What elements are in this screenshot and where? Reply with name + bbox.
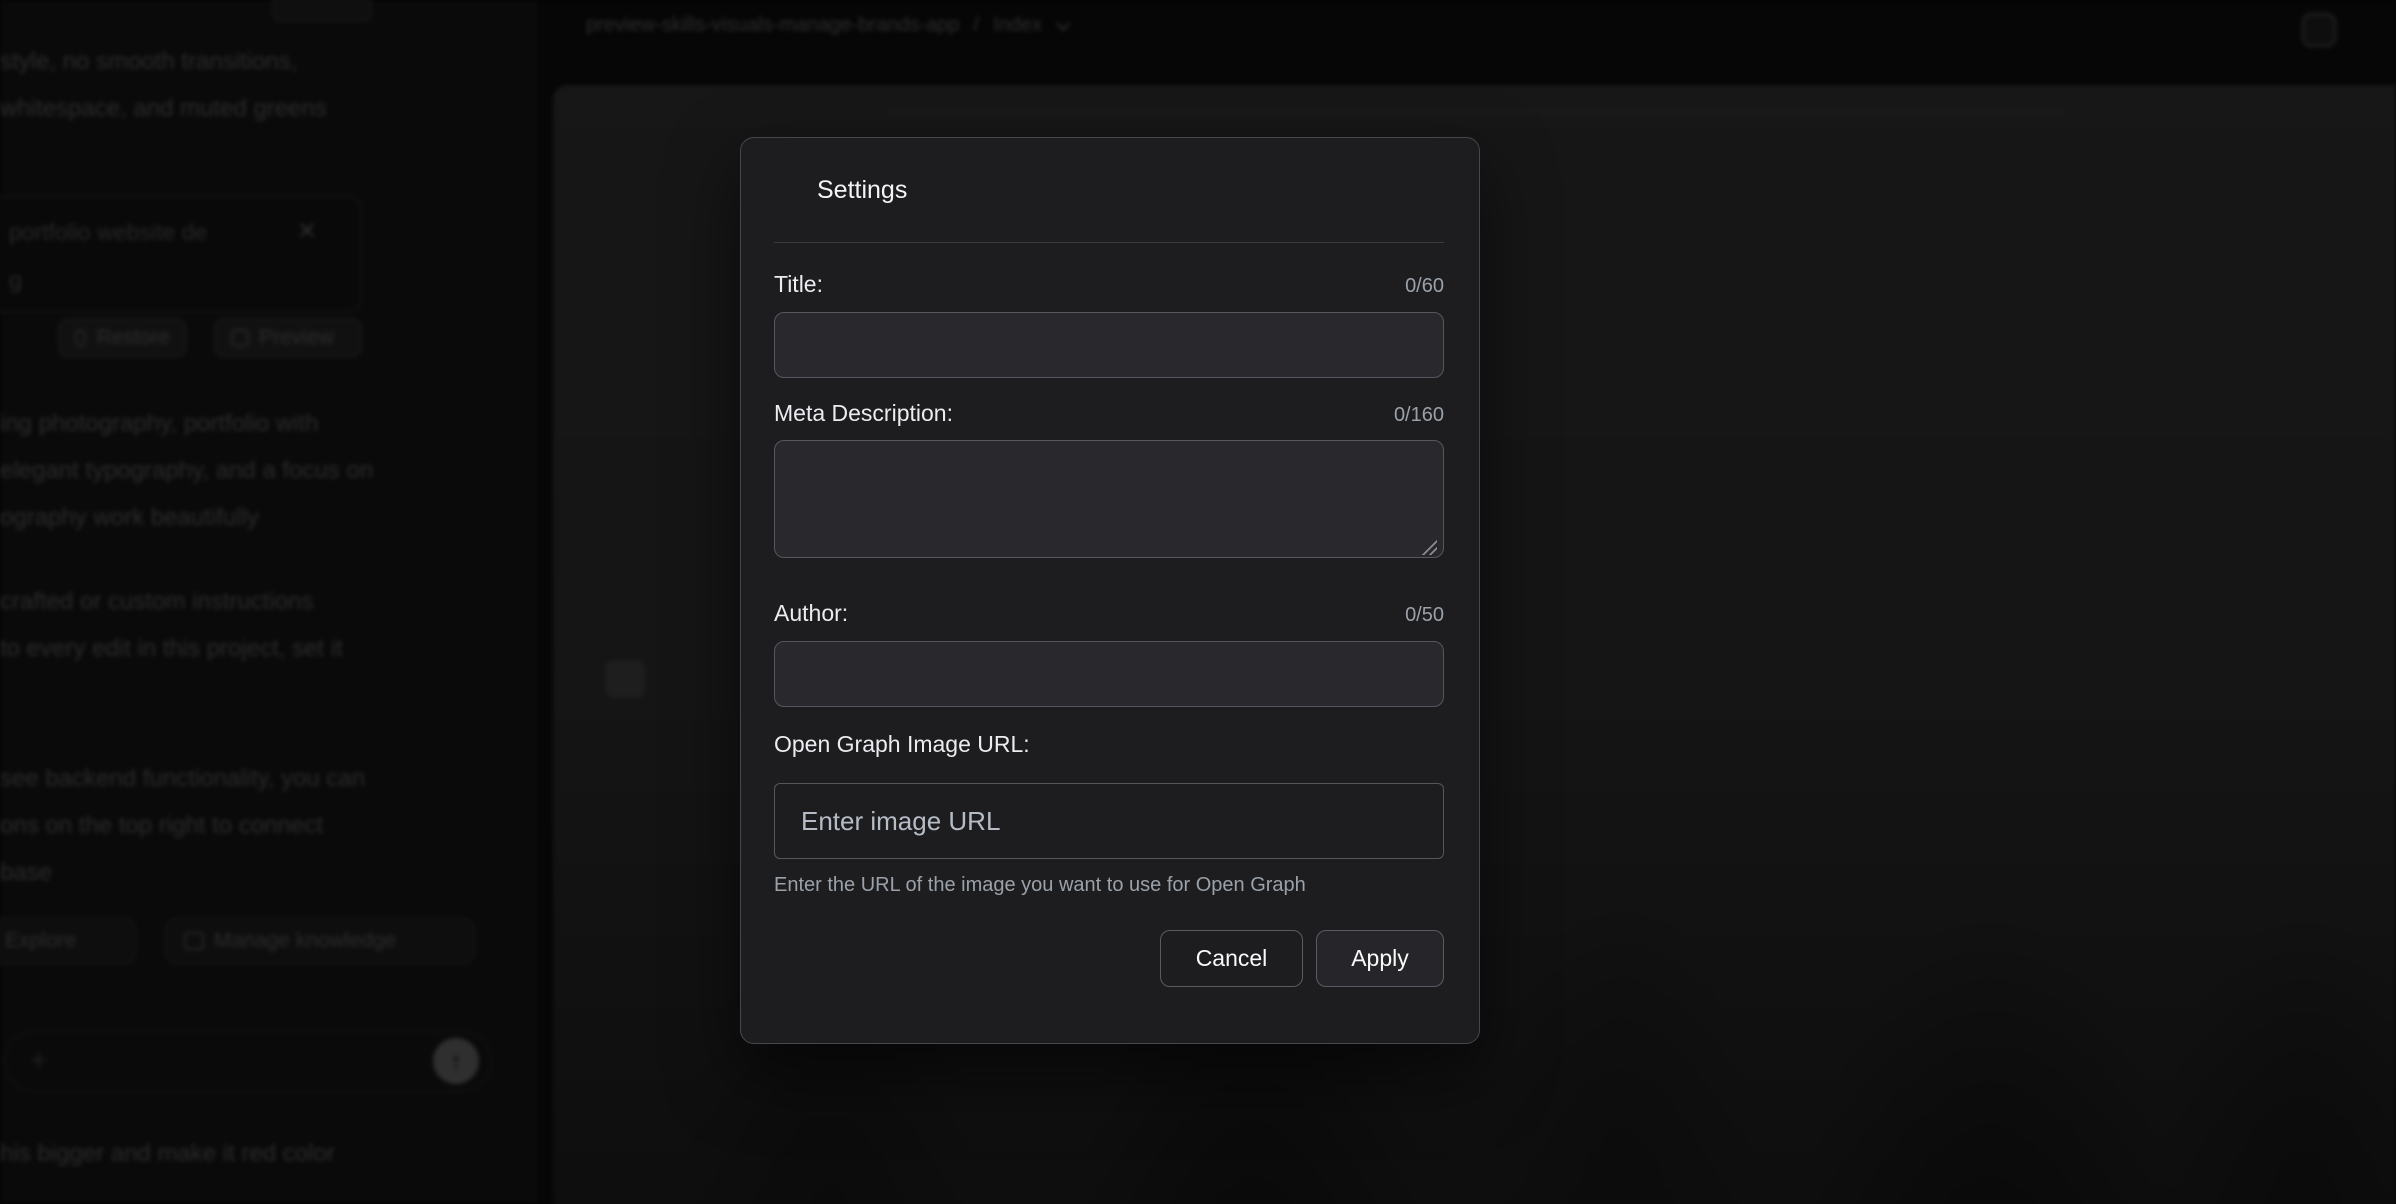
meta-description-char-counter: 0/160 bbox=[1394, 404, 1444, 427]
author-input[interactable] bbox=[774, 641, 1444, 707]
og-image-url-label: Open Graph Image URL: bbox=[774, 731, 1030, 758]
title-input[interactable] bbox=[774, 312, 1444, 378]
apply-button[interactable]: Apply bbox=[1316, 930, 1444, 987]
settings-dialog: Settings Title: 0/60 Meta Description: 0… bbox=[740, 137, 1480, 1044]
title-field-label: Title: bbox=[774, 271, 823, 298]
author-field-label: Author: bbox=[774, 600, 848, 627]
og-image-url-input[interactable] bbox=[774, 783, 1444, 859]
title-char-counter: 0/60 bbox=[1405, 275, 1444, 298]
app-window: style, no smooth transitions, whitespace… bbox=[0, 0, 2396, 1204]
dialog-title: Settings bbox=[741, 138, 1479, 205]
og-image-url-helper: Enter the URL of the image you want to u… bbox=[774, 871, 1444, 899]
author-char-counter: 0/50 bbox=[1405, 604, 1444, 627]
cancel-button[interactable]: Cancel bbox=[1160, 930, 1303, 987]
meta-description-label: Meta Description: bbox=[774, 400, 953, 427]
meta-description-textarea[interactable] bbox=[774, 440, 1444, 558]
